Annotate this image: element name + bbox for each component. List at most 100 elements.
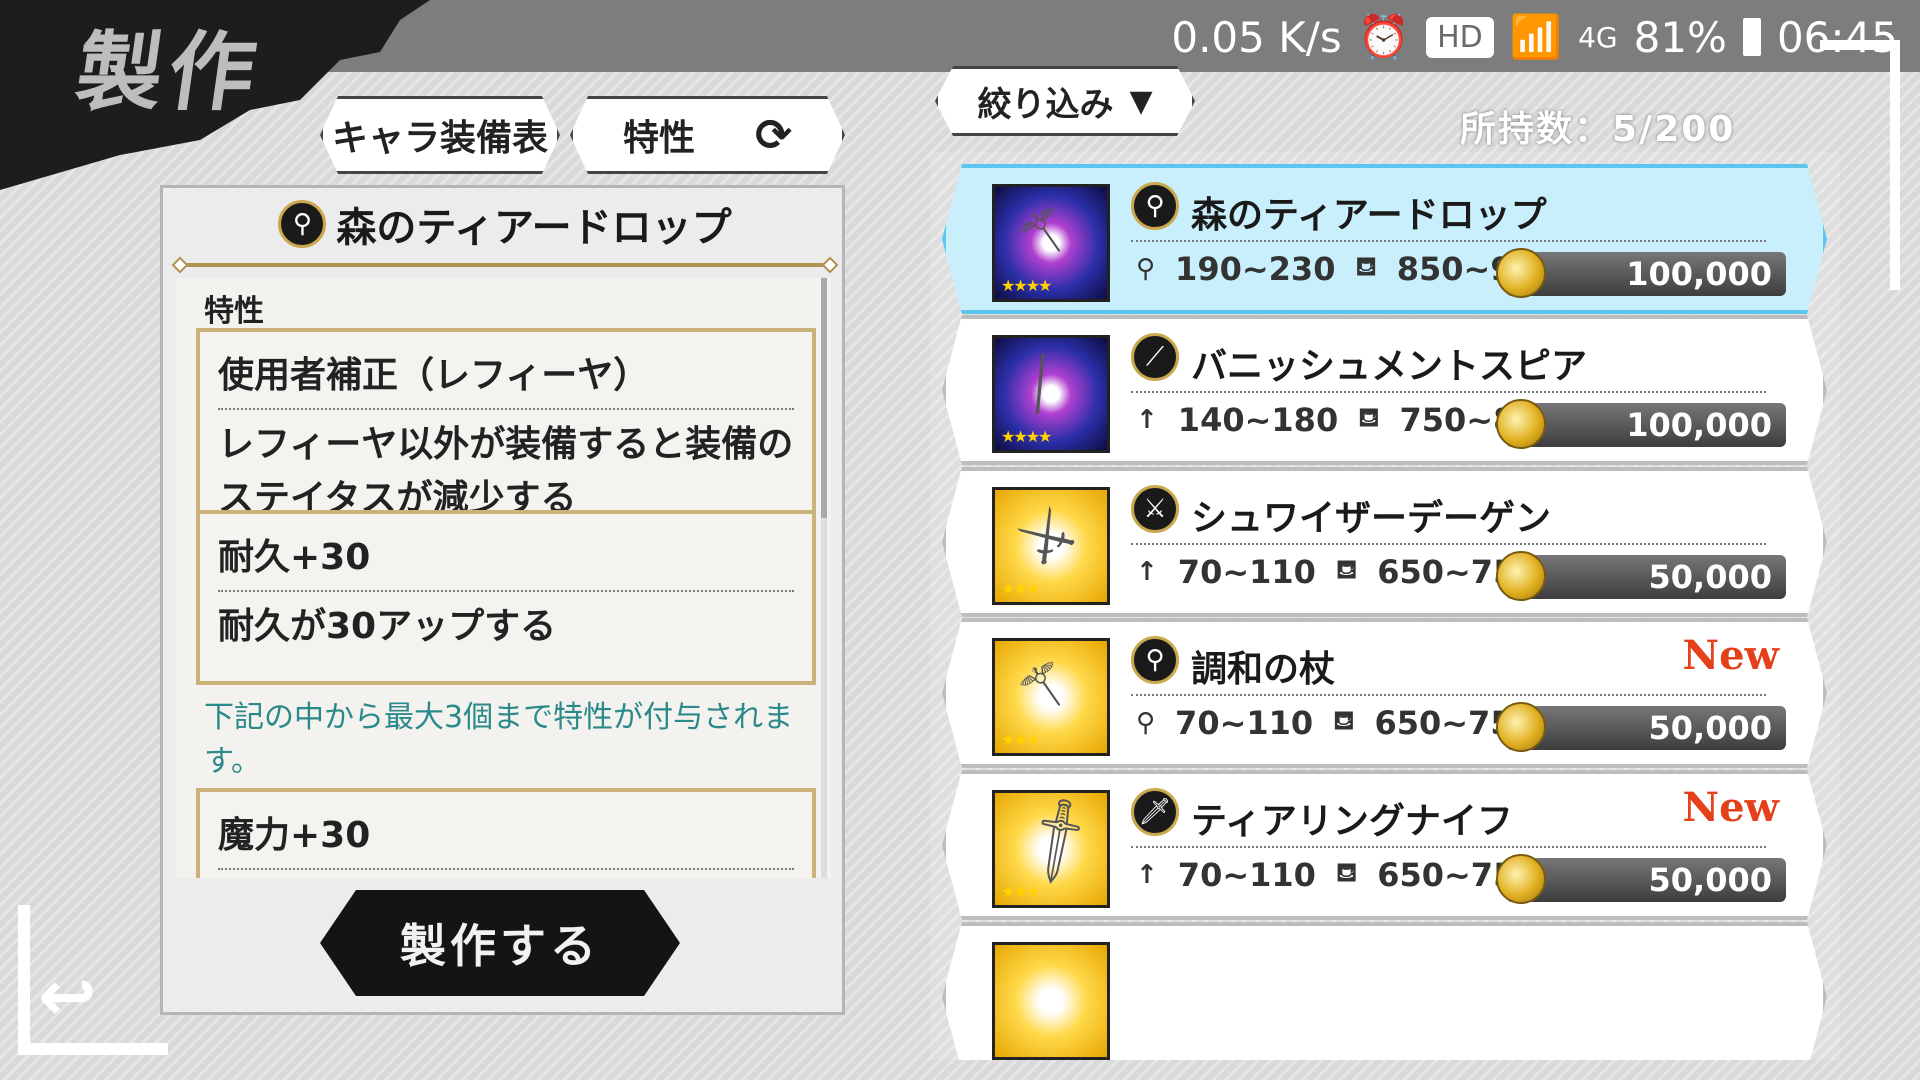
sword-icon: ⚔ [1131,485,1179,533]
filter-button[interactable]: 絞り込み ▼ [935,66,1195,136]
item-list[interactable]: ⚚ ★★★★ ⚲ 森のティアードロップ ⚲ 190~230 ⛾ 850~950 … [930,152,1840,1060]
item-thumbnail [992,942,1110,1060]
price-bar: 50,000 [1506,706,1786,750]
divider [1131,391,1766,393]
triangle-down-icon: ▼ [1129,83,1153,119]
item-name: シュワイザーデーゲン [1191,498,1552,539]
trait-name: 耐久+30 [218,520,794,592]
random-trait-note: 下記の中から最大3個まで特性が付与されます。 [204,700,794,779]
battery-icon [1742,18,1761,56]
coin-icon [1496,399,1546,449]
attack-icon: ↑ [1136,860,1158,890]
rarity-stars: ★★★★ [1001,427,1051,446]
item-stats: ↑ 70~110 ⛾ 650~750 [1136,553,1538,591]
trait-description: レフィーヤ以外が装備すると装備の ステイタスが減少する [218,410,794,526]
knife-icon: 🗡 [1004,787,1112,893]
durability-icon: ⛾ [1335,858,1358,888]
item-stats: ⚲ 190~230 ⛾ 850~950 [1136,250,1557,288]
price: 100,000 [1626,255,1772,293]
stat-attack: 70~110 [1175,704,1314,742]
refresh-icon: ⟳ [755,109,792,161]
tab-traits-label: 特性 [623,118,696,159]
battery-level: 81% [1633,12,1727,62]
divider [1131,240,1766,242]
item-thumbnail: 🗡 ★★★ [992,790,1110,908]
list-item[interactable] [942,922,1827,1060]
stat-attack: 70~110 [1177,553,1316,591]
stat-attack: 70~110 [1177,856,1316,894]
rarity-stars: ★★★ [1001,882,1039,901]
coin-icon [1496,702,1546,752]
price: 50,000 [1648,558,1772,596]
stat-attack: 190~230 [1175,250,1336,288]
durability-icon: ⛾ [1355,252,1377,282]
price: 50,000 [1648,709,1772,747]
divider [1131,846,1766,848]
detail-tabs: キャラ装備表 特性 ⟳ [320,96,845,174]
scrollbar-thumb[interactable] [821,278,827,518]
list-item[interactable]: 🗡 ★★★ 🗡 ティアリングナイフ New ↑ 70~110 ⛾ 650~750… [942,770,1827,920]
back-button[interactable]: ↩ [18,905,168,1055]
item-name: バニッシュメントスピア [1191,346,1588,387]
rarity-stars: ★★★ [1001,579,1039,598]
staff-icon: ⚚ [1003,187,1091,280]
item-name: 森のティアードロップ [1191,195,1547,236]
new-badge: New [1682,784,1779,831]
coin-icon [1496,551,1546,601]
knife-icon: 🗡 [1131,788,1179,836]
tab-equip-table[interactable]: キャラ装備表 [320,96,560,174]
coin-icon [1496,854,1546,904]
staff-icon: ⚚ [1003,641,1091,734]
tab-traits[interactable]: 特性 ⟳ [570,96,845,174]
list-item[interactable]: ⚔ ★★★ ⚔ シュワイザーデーゲン ↑ 70~110 ⛾ 650~750 50… [942,467,1827,617]
back-arrow-icon: ↩ [38,955,97,1037]
trait-name: 使用者補正（レフィーヤ） [218,338,794,410]
item-title: 森のティアードロップ [336,205,732,251]
divider [1131,694,1766,696]
item-header: ⚲ 森のティアードロップ [171,185,839,274]
staff-icon: ⚲ [278,200,327,248]
attack-icon: ↑ [1136,557,1158,587]
item-thumbnail: ⚔ ★★★ [992,487,1110,605]
rarity-stars: ★★★★ [1001,276,1051,295]
magic-icon: ⚲ [1136,254,1156,284]
item-thumbnail: ⟋ ★★★★ [992,335,1110,453]
trait-card: 耐久+30 耐久が30アップする [196,510,816,685]
spear-icon: ⟋ [1131,333,1179,381]
coin-icon [1496,248,1546,298]
item-stats: ↑ 70~110 ⛾ 650~750 [1136,856,1538,894]
list-item[interactable]: ⚚ ★★★★ ⚲ 森のティアードロップ ⚲ 190~230 ⛾ 850~950 … [942,164,1827,314]
item-name: 調和の杖 [1191,649,1336,690]
staff-icon: ⚲ [1131,182,1179,230]
sword-icon: ⚔ [1003,490,1091,583]
network-speed: 0.05 K/s [1171,12,1342,62]
list-item[interactable]: ⟋ ★★★★ ⟋ バニッシュメントスピア ↑ 140~180 ⛾ 750~850… [942,315,1827,465]
item-stats: ⚲ 70~110 ⛾ 650~750 [1136,704,1535,742]
price-bar: 50,000 [1506,555,1786,599]
page-title: 製作 [69,22,268,123]
item-thumbnail: ⚚ ★★★★ [992,184,1110,302]
price-bar: 100,000 [1506,252,1786,296]
item-thumbnail: ⚚ ★★★ [992,638,1110,756]
stat-attack: 140~180 [1177,401,1339,439]
traits-scroll-area[interactable]: 特性 使用者補正（レフィーヤ） レフィーヤ以外が装備すると装備の ステイタスが減… [176,278,831,878]
staff-icon: ⚲ [1131,636,1179,684]
traits-heading: 特性 [204,294,264,329]
craft-button[interactable]: 製作する [320,890,680,996]
price: 100,000 [1626,406,1772,444]
trait-name: 魔力+30 [218,798,794,870]
spear-icon: ⟋ [1001,342,1080,427]
hd-badge: HD [1426,16,1494,58]
filter-label: 絞り込み [977,84,1114,125]
price: 50,000 [1648,861,1772,899]
durability-icon: ⛾ [1335,555,1358,585]
durability-icon: ⛾ [1333,706,1355,736]
price-bar: 50,000 [1506,858,1786,902]
item-name: ティアリングナイフ [1191,801,1513,842]
alarm-icon: ⏰ [1357,12,1411,61]
list-item[interactable]: ⚚ ★★★ ⚲ 調和の杖 New ⚲ 70~110 ⛾ 650~750 50,0… [942,618,1827,768]
magic-icon: ⚲ [1136,708,1156,738]
random-trait-card: 魔力+30 [196,788,816,878]
wifi-icon: 📶 [1509,12,1563,61]
inventory-count: 所持数：5/200 [1460,109,1736,150]
